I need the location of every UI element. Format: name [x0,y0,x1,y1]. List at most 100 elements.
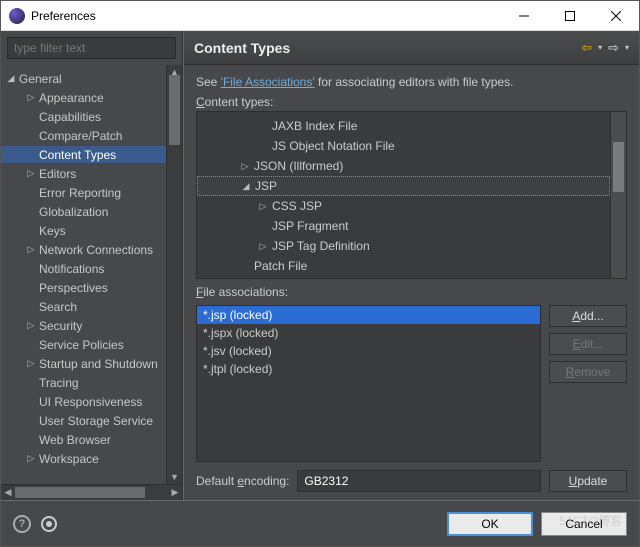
tree-item[interactable]: Search [1,297,166,316]
collapse-icon[interactable]: ◢ [240,181,252,192]
expand-icon[interactable]: ▷ [257,201,269,212]
expand-icon[interactable]: ▷ [25,244,37,256]
tree-spacer [25,263,37,275]
tree-label: Capabilities [39,110,101,124]
tree-item-general[interactable]: ◢ General [1,69,166,88]
nav-forward-icon[interactable]: ⇨ [608,40,619,56]
tree-label: Startup and Shutdown [39,357,158,371]
content-type-item[interactable]: ▷JSON (Illformed) [197,156,610,176]
content-type-item[interactable]: JSP Fragment [197,216,610,236]
content-type-item[interactable]: Patch File [197,256,610,276]
content-type-label: JAXB Index File [272,119,357,133]
tree-item[interactable]: Service Policies [1,335,166,354]
scroll-left-icon[interactable]: ◀ [1,485,15,500]
scroll-thumb[interactable] [613,142,624,192]
tree-label: Error Reporting [39,186,121,200]
file-associations-link[interactable]: 'File Associations' [221,75,315,89]
tree-label: Globalization [39,205,108,219]
content-type-label: JSP Tag Definition [272,239,370,253]
dropdown-icon[interactable]: ▾ [625,43,629,52]
tree-item[interactable]: Web Browser [1,430,166,449]
tree-item[interactable]: ▷Security [1,316,166,335]
tree-item[interactable]: Compare/Patch [1,126,166,145]
body: type filter text ◢ General ▷Appearance Ca… [1,31,639,500]
encoding-input[interactable]: GB2312 [297,470,541,492]
scroll-thumb[interactable] [169,75,180,145]
sidebar-scrollbar[interactable]: ▲ ▼ [166,65,182,484]
tree-item[interactable]: ▷Workspace [1,449,166,468]
content-type-label: Patch File [254,259,307,273]
content-type-label: JSP Fragment [272,219,348,233]
dropdown-icon[interactable]: ▾ [598,43,602,52]
content-type-item[interactable]: JS Object Notation File [197,136,610,156]
tree-label: Editors [39,167,76,181]
tree-spacer [25,111,37,123]
add-button[interactable]: Add... [549,305,627,327]
file-association-item[interactable]: *.jspx (locked) [197,324,540,342]
tree-item[interactable]: Error Reporting [1,183,166,202]
nav-back-icon[interactable]: ⇦ [581,40,592,56]
expand-icon[interactable]: ▷ [25,168,37,180]
preferences-tree[interactable]: ◢ General ▷Appearance Capabilities Compare… [1,65,166,484]
cancel-button[interactable]: Cancel [541,512,627,536]
filter-input[interactable]: type filter text [7,37,176,59]
tree-spacer [25,282,37,294]
tree-spacer [25,434,37,446]
panel-title: Content Types [194,40,581,56]
tree-item[interactable]: Perspectives [1,278,166,297]
panel-header: Content Types ⇦ ▾ ⇨ ▾ [184,31,639,65]
content-type-item[interactable]: JAXB Index File [197,116,610,136]
expand-icon[interactable]: ▷ [25,320,37,332]
tree-label: Keys [39,224,66,238]
tree-item[interactable]: ▷Startup and Shutdown [1,354,166,373]
preferences-window: Preferences type filter text ◢ General ▷… [0,0,640,547]
tree-item[interactable]: ▷Network Connections [1,240,166,259]
content-types-tree[interactable]: JAXB Index FileJS Object Notation File▷J… [196,111,627,279]
file-associations-list[interactable]: *.jsp (locked)*.jspx (locked)*.jsv (lock… [196,305,541,462]
tree-label: Notifications [39,262,104,276]
file-association-item[interactable]: *.jtpl (locked) [197,360,540,378]
expand-icon[interactable]: ▷ [239,161,251,172]
expand-icon[interactable]: ▷ [25,358,37,370]
minimize-button[interactable] [501,1,547,31]
tree-item[interactable]: Notifications [1,259,166,278]
collapse-icon[interactable]: ◢ [5,73,17,85]
tree-spacer [25,149,37,161]
expand-icon[interactable]: ▷ [25,453,37,465]
tree-label: Service Policies [39,338,124,352]
ok-button[interactable]: OK [447,512,533,536]
tree-label: User Storage Service [39,414,153,428]
hscroll-thumb[interactable] [15,487,145,498]
expand-icon[interactable]: ▷ [25,92,37,104]
tree-spacer [25,301,37,313]
help-icon[interactable]: ? [13,515,31,533]
maximize-button[interactable] [547,1,593,31]
sidebar-hscrollbar[interactable]: ◀ ▶ [1,484,182,500]
expand-icon[interactable]: ▷ [257,241,269,252]
sidebar: type filter text ◢ General ▷Appearance Ca… [1,31,183,500]
content-type-item[interactable]: ▷JSP Tag Definition [197,236,610,256]
tree-item[interactable]: User Storage Service [1,411,166,430]
tree-label: General [19,72,62,86]
file-association-item[interactable]: *.jsv (locked) [197,342,540,360]
scroll-right-icon[interactable]: ▶ [168,485,182,500]
tree-item[interactable]: Capabilities [1,107,166,126]
tree-item[interactable]: Tracing [1,373,166,392]
update-button[interactable]: Update [549,470,627,492]
tree-item[interactable]: Keys [1,221,166,240]
file-association-item[interactable]: *.jsp (locked) [197,306,540,324]
tree-item[interactable]: Globalization [1,202,166,221]
tree-item[interactable]: UI Responsiveness [1,392,166,411]
content-type-item[interactable]: ◢JSP [197,176,610,196]
tree-label: UI Responsiveness [39,395,142,409]
tree-spacer [25,187,37,199]
content-type-item[interactable]: ▷CSS JSP [197,196,610,216]
scroll-down-icon[interactable]: ▼ [167,470,182,484]
ct-scrollbar[interactable] [610,112,626,278]
tree-item[interactable]: ▷Editors [1,164,166,183]
tree-item[interactable]: Content Types [1,145,166,164]
import-export-icon[interactable] [41,516,57,532]
tree-item[interactable]: ▷Appearance [1,88,166,107]
titlebar[interactable]: Preferences [1,1,639,31]
close-button[interactable] [593,1,639,31]
